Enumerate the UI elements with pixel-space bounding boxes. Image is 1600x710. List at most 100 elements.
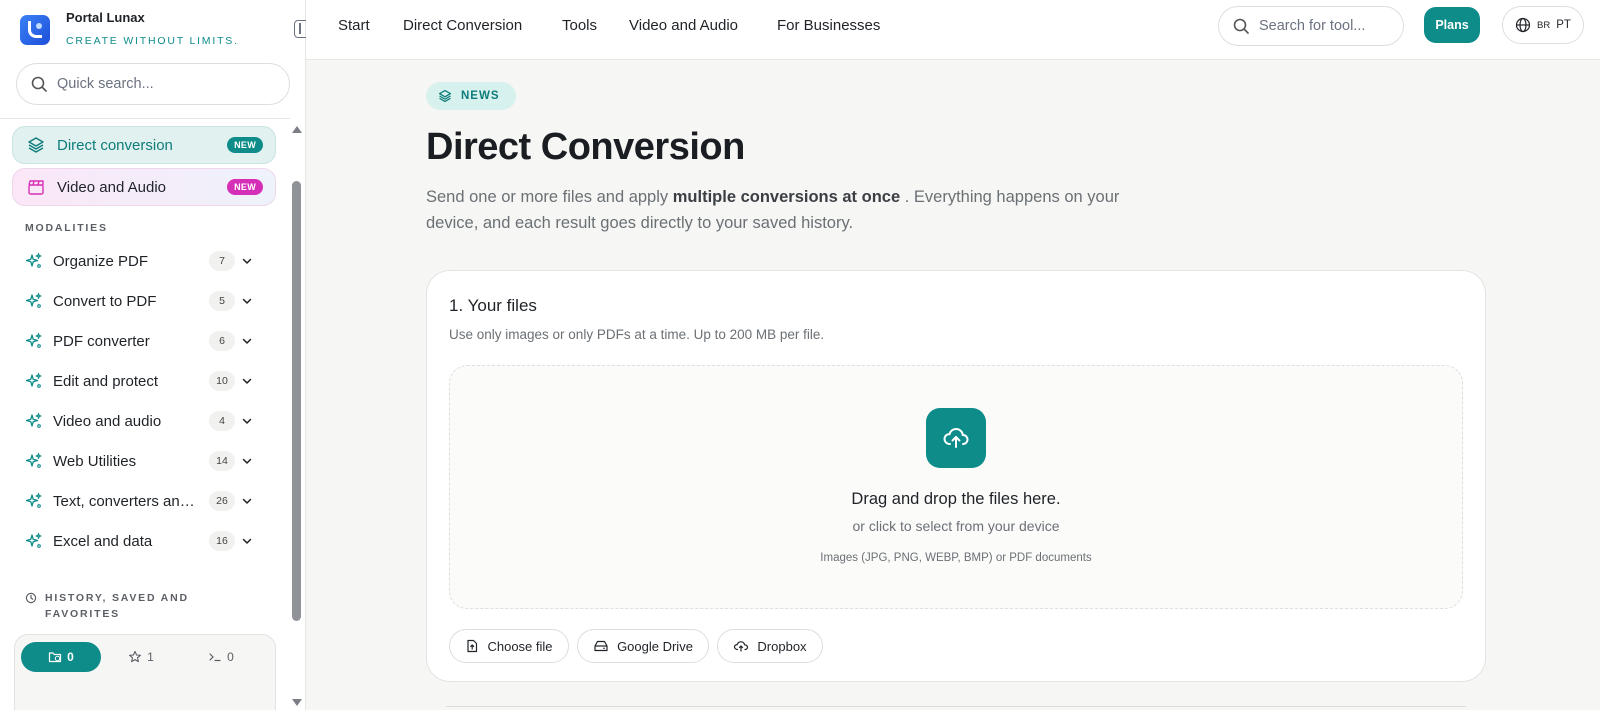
- chevron-down-icon[interactable]: [241, 295, 253, 307]
- cloud-upload-icon: [734, 641, 749, 652]
- sidebar-modality-item[interactable]: Text, converters and more 26: [25, 486, 265, 516]
- sidebar-item-label: Direct conversion: [57, 136, 173, 154]
- scroll-thumb[interactable]: [292, 181, 301, 621]
- layers-icon: [28, 137, 44, 153]
- star-icon: [129, 650, 142, 663]
- page-title: Direct Conversion: [426, 126, 745, 168]
- file-upload-icon: [467, 639, 478, 653]
- sidebar-modality-item[interactable]: Excel and data 16: [25, 526, 265, 556]
- sparkle-icon: [25, 372, 42, 388]
- saved-tab[interactable]: 1: [101, 642, 181, 672]
- chevron-down-icon[interactable]: [241, 455, 253, 467]
- modality-count: 5: [209, 291, 235, 311]
- new-badge: NEW: [227, 179, 263, 195]
- chevron-down-icon[interactable]: [241, 335, 253, 347]
- modality-count: 16: [209, 531, 235, 551]
- nav-start[interactable]: Start: [338, 17, 370, 34]
- chevron-down-icon[interactable]: [241, 495, 253, 507]
- cloud-upload-icon: [926, 408, 986, 468]
- modality-count: 7: [209, 251, 235, 271]
- google-drive-button[interactable]: Google Drive: [577, 629, 709, 663]
- hard-drive-icon: [594, 640, 608, 652]
- sidebar-modality-item[interactable]: Edit and protect 10: [25, 366, 265, 396]
- brand-tagline: CREATE WITHOUT LIMITS.: [66, 35, 239, 47]
- folder-clock-icon: [49, 652, 62, 663]
- sidebar-modality-item[interactable]: Video and audio 4: [25, 406, 265, 436]
- top-navigation: Start Direct Conversion Tools Video and …: [306, 0, 1600, 60]
- history-icon: [25, 592, 37, 604]
- modality-label: Excel and data: [53, 532, 153, 550]
- modality-count: 14: [209, 451, 235, 471]
- section-divider: [446, 706, 1466, 707]
- sidebar: Portal Lunax CREATE WITHOUT LIMITS. Dire…: [0, 0, 306, 710]
- page-description: Send one or more files and apply multipl…: [426, 188, 1120, 232]
- modality-label: Video and audio: [53, 412, 162, 430]
- modality-label: Organize PDF: [53, 252, 149, 270]
- history-panel: 0 1 0: [14, 634, 276, 710]
- dropzone-formats: Images (JPG, PNG, WEBP, BMP) or PDF docu…: [820, 552, 1092, 564]
- sidebar-item-direct-conversion[interactable]: Direct conversion NEW: [12, 126, 276, 164]
- sparkle-icon: [25, 492, 42, 508]
- sparkle-icon: [25, 452, 42, 468]
- modality-label: PDF converter: [53, 332, 150, 350]
- brand[interactable]: Portal Lunax CREATE WITHOUT LIMITS.: [20, 10, 239, 50]
- nav-direct-conversion[interactable]: Direct Conversion: [403, 17, 522, 34]
- scroll-down-arrow-icon[interactable]: [292, 699, 302, 706]
- chevron-down-icon[interactable]: [241, 535, 253, 547]
- layers-icon: [438, 89, 452, 103]
- modality-count: 4: [209, 411, 235, 431]
- logo-icon: [20, 15, 50, 45]
- history-tab[interactable]: 0: [21, 642, 101, 672]
- terminal-icon: [209, 653, 221, 662]
- search-icon: [1233, 18, 1249, 34]
- new-badge: NEW: [227, 137, 263, 153]
- sidebar-divider: [0, 118, 290, 119]
- file-dropzone[interactable]: Drag and drop the files here. or click t…: [449, 365, 1463, 609]
- dropzone-subtitle: or click to select from your device: [852, 518, 1060, 534]
- modality-count: 10: [209, 371, 235, 391]
- tool-search-input[interactable]: [1259, 18, 1389, 34]
- sidebar-modality-item[interactable]: Web Utilities 14: [25, 446, 265, 476]
- nav-video-audio[interactable]: Video and Audio: [629, 17, 738, 34]
- globe-icon: [1515, 17, 1531, 33]
- chevron-down-icon[interactable]: [241, 255, 253, 267]
- nav-tools[interactable]: Tools: [562, 17, 597, 34]
- sidebar-item-video-audio[interactable]: Video and Audio NEW: [12, 168, 276, 206]
- plans-button[interactable]: Plans: [1424, 7, 1480, 43]
- card-subtitle: Use only images or only PDFs at a time. …: [449, 327, 825, 342]
- language-code: PT: [1556, 19, 1571, 31]
- sidebar-modality-item[interactable]: Convert to PDF 5: [25, 286, 265, 316]
- choose-file-button[interactable]: Choose file: [449, 629, 569, 663]
- history-section-title: HISTORY, SAVED AND FAVORITES: [25, 590, 205, 622]
- card-title: 1. Your files: [449, 296, 537, 315]
- language-region: BR: [1537, 19, 1551, 31]
- modality-label: Convert to PDF: [53, 292, 157, 310]
- sidebar-scrollbar[interactable]: [290, 126, 302, 710]
- brand-name: Portal Lunax: [66, 10, 145, 25]
- sparkle-icon: [25, 412, 42, 428]
- scroll-up-arrow-icon[interactable]: [292, 126, 302, 133]
- sidebar-item-label: Video and Audio: [57, 178, 166, 196]
- modality-label: Web Utilities: [53, 452, 137, 470]
- sidebar-modality-item[interactable]: Organize PDF 7: [25, 246, 265, 276]
- modality-label: Text, converters and more: [53, 492, 203, 510]
- files-card: 1. Your files Use only images or only PD…: [426, 270, 1486, 682]
- sidebar-modality-item[interactable]: PDF converter 6: [25, 326, 265, 356]
- sparkle-icon: [25, 332, 42, 348]
- quick-search[interactable]: [16, 63, 290, 105]
- search-icon: [31, 76, 47, 92]
- modality-label: Edit and protect: [53, 372, 159, 390]
- nav-for-businesses[interactable]: For Businesses: [777, 17, 880, 34]
- dropzone-title: Drag and drop the files here.: [851, 490, 1061, 508]
- chevron-down-icon[interactable]: [241, 415, 253, 427]
- tool-search[interactable]: [1218, 6, 1404, 46]
- dropbox-button[interactable]: Dropbox: [717, 629, 823, 663]
- favorites-tab[interactable]: 0: [181, 642, 261, 672]
- sparkle-icon: [25, 252, 42, 268]
- chevron-down-icon[interactable]: [241, 375, 253, 387]
- language-selector[interactable]: BR PT: [1502, 6, 1584, 44]
- news-pill: NEWS: [426, 82, 516, 110]
- modality-count: 6: [209, 331, 235, 351]
- sparkle-icon: [25, 292, 42, 308]
- quick-search-input[interactable]: [57, 76, 257, 92]
